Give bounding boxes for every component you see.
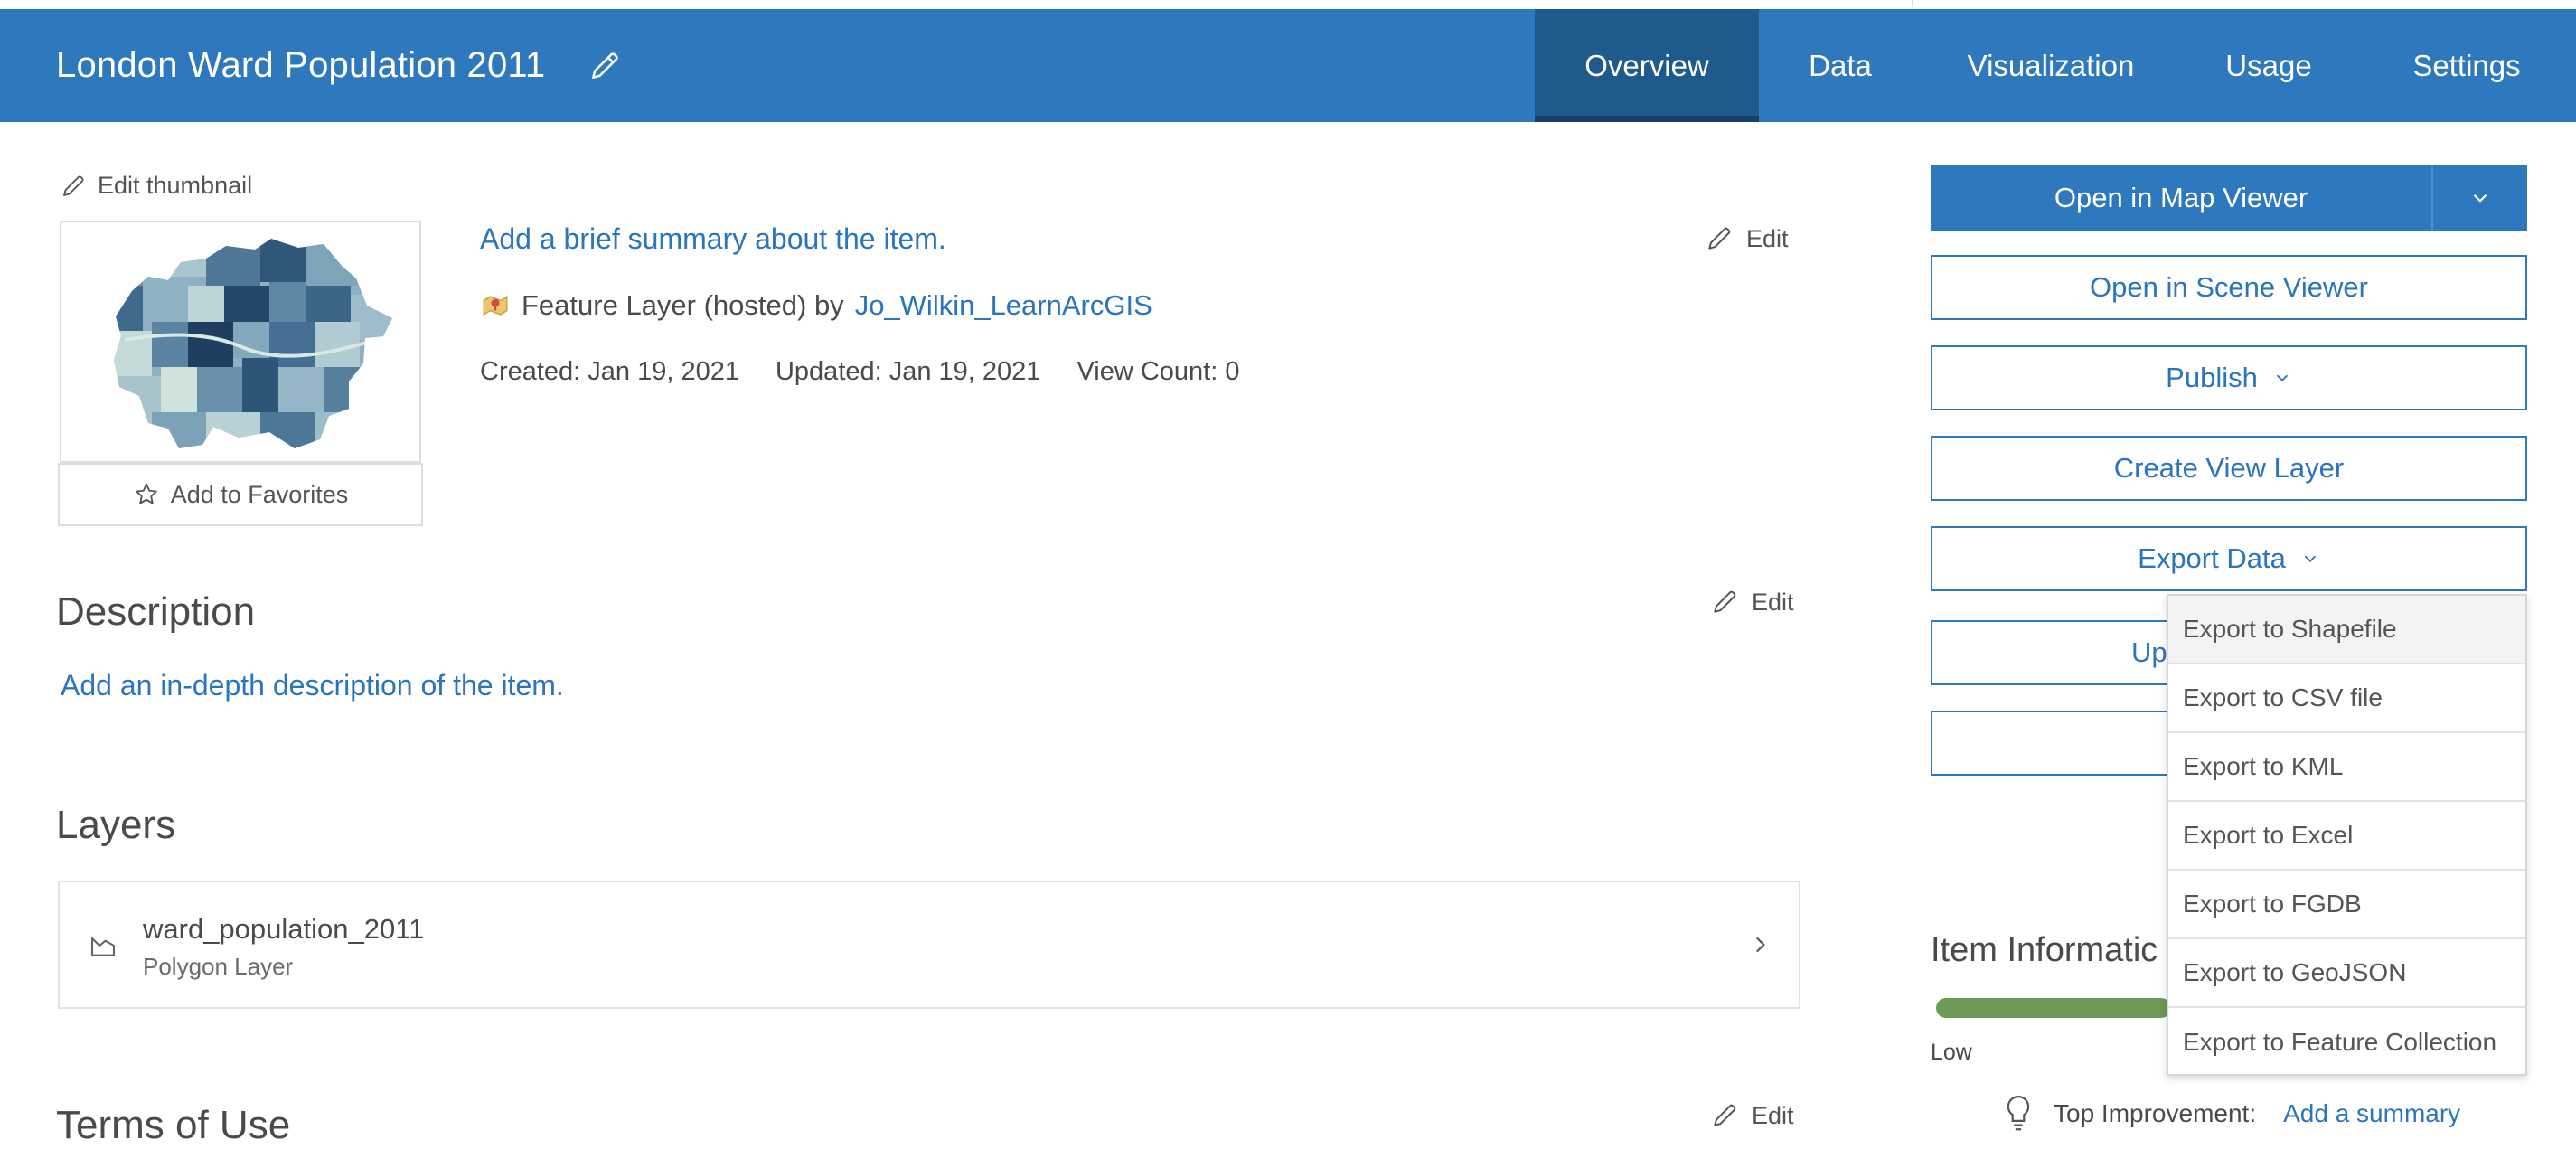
menu-item-export-feature-collection[interactable]: Export to Feature Collection — [2168, 1008, 2525, 1077]
created-date: Created: Jan 19, 2021 — [480, 357, 739, 386]
edit-thumbnail-label: Edit thumbnail — [98, 172, 253, 199]
item-tabs: Overview Data Visualization Usage Settin… — [1535, 9, 2576, 122]
item-type-text: Feature Layer (hosted) by — [522, 289, 844, 321]
score-low-label: Low — [1931, 1040, 1972, 1065]
item-information-heading: Item Informatic — [1931, 931, 2158, 969]
pencil-icon[interactable] — [588, 49, 622, 83]
favorites-label: Add to Favorites — [170, 480, 349, 508]
create-view-layer-label: Create View Layer — [2113, 452, 2345, 484]
export-data-button[interactable]: Export Data — [1931, 526, 2527, 591]
layers-heading: Layers — [56, 803, 176, 847]
pencil-icon — [60, 173, 87, 200]
edit-label: Edit — [1752, 1101, 1794, 1129]
item-score-bar — [1936, 998, 2171, 1018]
chevron-down-icon — [2468, 186, 2492, 210]
layer-row[interactable]: ward_population_2011 Polygon Layer — [58, 881, 1800, 1009]
add-summary-link[interactable]: Add a summary — [2283, 1099, 2460, 1128]
item-type-line: Feature Layer (hosted) by Jo_Wilkin_Lear… — [480, 289, 1152, 322]
tab-settings[interactable]: Settings — [2357, 9, 2576, 122]
item-thumbnail[interactable] — [60, 221, 421, 463]
menu-item-export-geojson[interactable]: Export to GeoJSON — [2168, 939, 2525, 1008]
tab-visualization[interactable]: Visualization — [1922, 9, 2180, 122]
window-top-strip — [0, 0, 2576, 9]
star-outline-icon — [133, 481, 160, 508]
london-map-thumbnail — [114, 239, 392, 448]
pencil-icon — [1710, 1101, 1739, 1130]
create-view-layer-button[interactable]: Create View Layer — [1931, 436, 2527, 501]
edit-label: Edit — [1752, 588, 1794, 616]
owner-link[interactable]: Jo_Wilkin_LearnArcGIS — [855, 289, 1152, 322]
tab-usage[interactable]: Usage — [2180, 9, 2357, 122]
pencil-icon — [1710, 588, 1739, 617]
polygon-layer-icon — [89, 931, 118, 960]
chevron-down-icon — [2300, 549, 2320, 569]
description-placeholder-link[interactable]: Add an in-depth description of the item. — [61, 669, 564, 702]
edit-label: Edit — [1746, 224, 1789, 252]
description-edit-button[interactable]: Edit — [1710, 588, 1794, 617]
menu-item-export-fgdb[interactable]: Export to FGDB — [2168, 871, 2525, 939]
chevron-right-icon — [1748, 933, 1772, 956]
item-header: London Ward Population 2011 Overview Dat… — [0, 9, 2576, 122]
publish-button[interactable]: Publish — [1931, 345, 2527, 410]
terms-edit-button[interactable]: Edit — [1710, 1101, 1794, 1130]
tab-data[interactable]: Data — [1759, 9, 1922, 122]
publish-label: Publish — [2166, 362, 2258, 393]
view-count: View Count: 0 — [1076, 357, 1240, 386]
menu-item-export-excel[interactable]: Export to Excel — [2168, 802, 2525, 871]
summary-edit-button[interactable]: Edit — [1705, 224, 1789, 253]
export-data-label: Export Data — [2138, 542, 2286, 574]
lightbulb-icon — [2001, 1094, 2035, 1134]
tab-overview[interactable]: Overview — [1535, 9, 1759, 122]
summary-placeholder-link[interactable]: Add a brief summary about the item. — [480, 222, 946, 256]
feature-layer-icon — [480, 290, 511, 321]
map-viewer-options-toggle[interactable] — [2431, 165, 2527, 231]
item-dates: Created: Jan 19, 2021 Updated: Jan 19, 2… — [480, 357, 1239, 387]
open-map-viewer-button[interactable]: Open in Map Viewer — [1931, 165, 2527, 231]
item-title: London Ward Population 2011 — [56, 45, 546, 85]
layer-name: ward_population_2011 — [143, 913, 425, 945]
layer-type: Polygon Layer — [143, 953, 294, 980]
top-improvement: Top Improvement: Add a summary — [2001, 1094, 2460, 1134]
menu-item-export-csv[interactable]: Export to CSV file — [2168, 664, 2525, 733]
update-label: Up — [2131, 636, 2167, 668]
updated-date: Updated: Jan 19, 2021 — [775, 357, 1041, 386]
open-scene-viewer-label: Open in Scene Viewer — [2090, 271, 2368, 303]
description-heading: Description — [56, 589, 256, 634]
pencil-icon — [1705, 224, 1734, 253]
menu-item-export-kml[interactable]: Export to KML — [2168, 733, 2525, 802]
terms-heading: Terms of Use — [56, 1103, 291, 1147]
export-data-menu: Export to Shapefile Export to CSV file E… — [2167, 594, 2527, 1076]
open-map-viewer-label[interactable]: Open in Map Viewer — [1931, 165, 2431, 231]
edit-thumbnail-button[interactable]: Edit thumbnail — [60, 172, 252, 200]
strip-divider — [1912, 0, 1913, 7]
menu-item-export-shapefile[interactable]: Export to Shapefile — [2168, 596, 2525, 664]
open-scene-viewer-button[interactable]: Open in Scene Viewer — [1931, 255, 2527, 320]
add-to-favorites-button[interactable]: Add to Favorites — [58, 463, 423, 526]
top-improvement-label: Top Improvement: — [2054, 1099, 2257, 1127]
chevron-down-icon — [2272, 368, 2292, 388]
